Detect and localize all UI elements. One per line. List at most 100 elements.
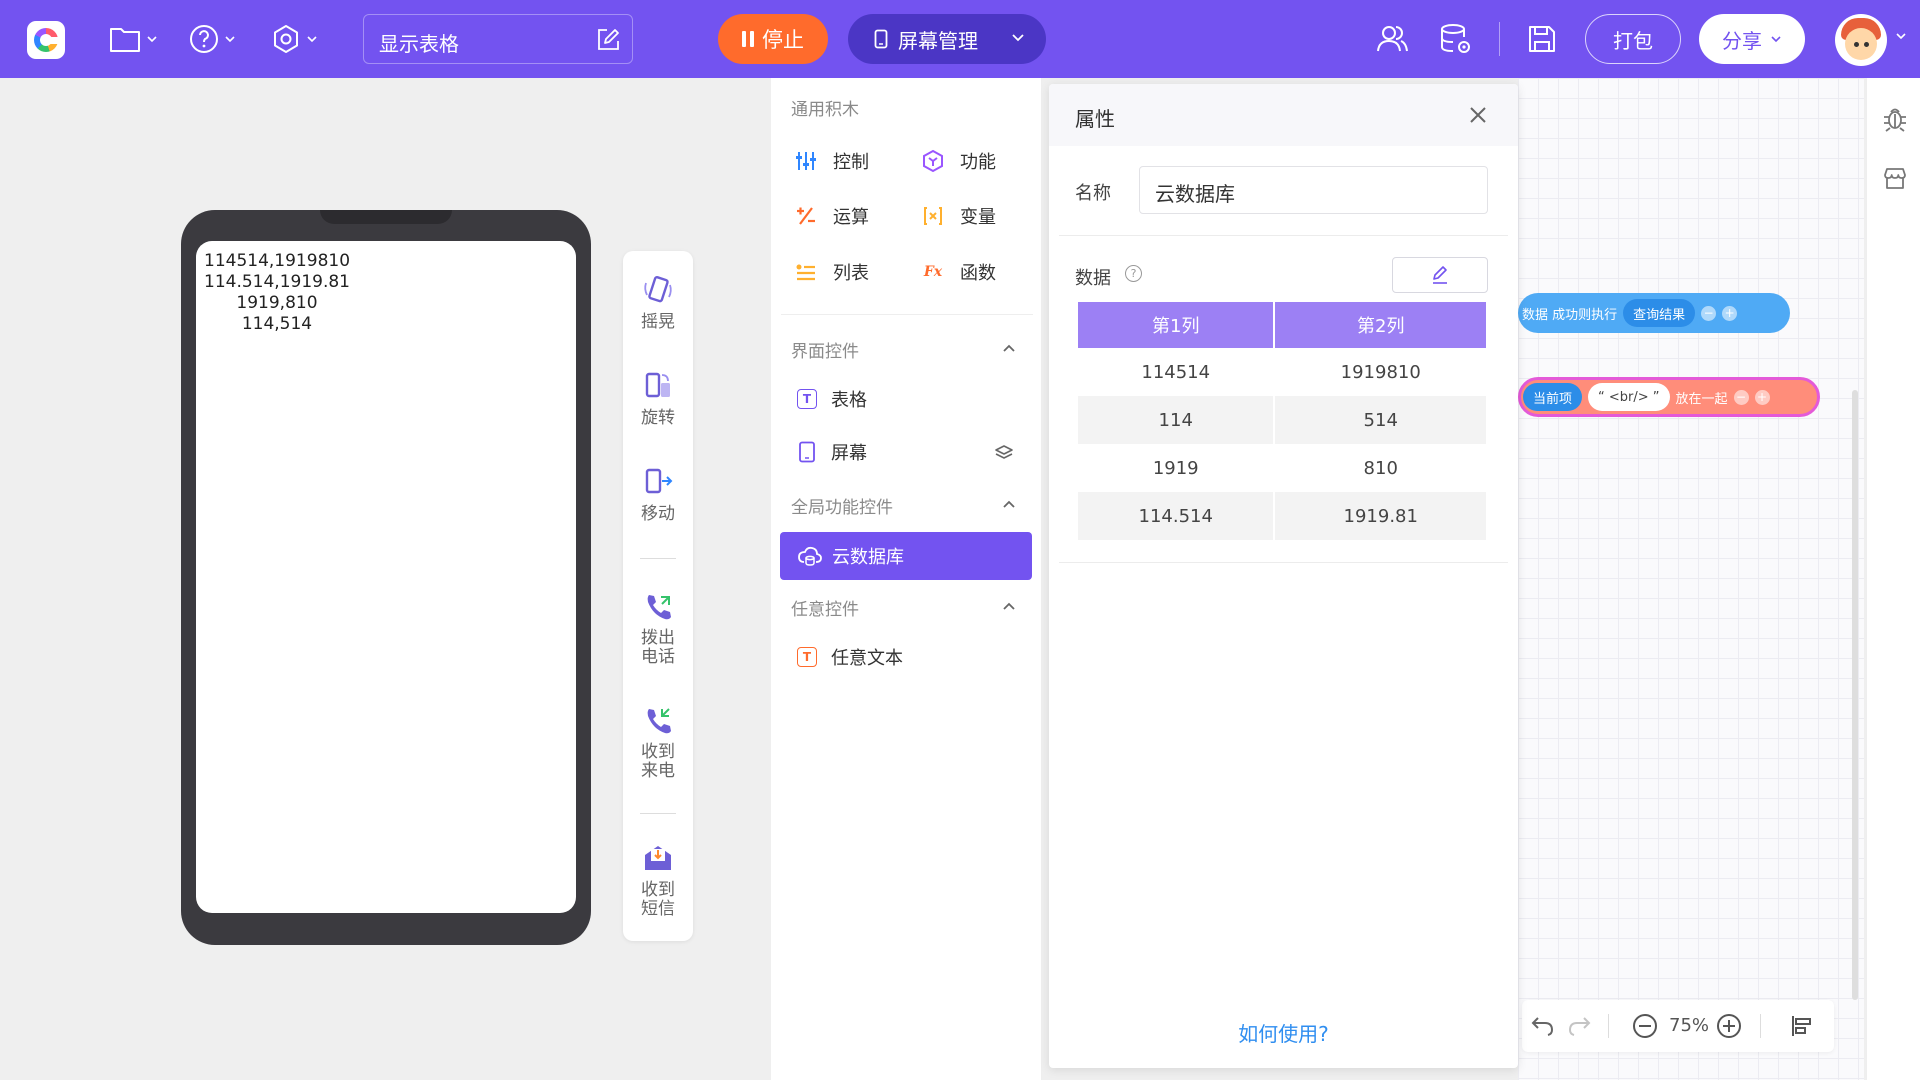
pack-button[interactable]: 打包 [1585, 14, 1681, 64]
incoming-call-icon [647, 708, 671, 734]
name-label: 名称 [1075, 183, 1111, 204]
cloud-db-icon [798, 546, 822, 566]
data-table: 第1列 第2列 114514 1919810 114 514 1919 810 … [1076, 302, 1488, 540]
code-workspace[interactable] [1518, 78, 1864, 1080]
move-button[interactable]: 移动 [623, 465, 693, 524]
incoming-call-button[interactable]: 收到 来电 [623, 703, 693, 781]
block-category-list[interactable]: 列表 [793, 259, 869, 285]
stop-button[interactable]: 停止 [718, 14, 828, 64]
align-icon[interactable] [1790, 1014, 1814, 1038]
code-block-join[interactable]: 当前项 “ <br/> ” 放在一起 − + [1518, 377, 1820, 417]
chevron-down-icon [147, 36, 157, 43]
workspace-scrollbar[interactable] [1852, 390, 1858, 1000]
rotate-icon [645, 372, 670, 398]
chevron-up-icon[interactable] [1001, 342, 1017, 354]
redo-icon[interactable] [1566, 1014, 1592, 1038]
panel-divider [1059, 562, 1508, 563]
table-cell: 114 [1078, 396, 1274, 444]
help-menu-button[interactable] [188, 20, 236, 58]
column-header: 第1列 [1078, 302, 1274, 348]
how-to-use-link[interactable]: 如何使用? [1049, 1018, 1518, 1047]
tool-label: 收到 短信 [641, 880, 675, 919]
screen-text-line: 114,514 [204, 314, 313, 334]
zoom-divider [1760, 1014, 1761, 1038]
phone-screen[interactable]: 114514,1919810 114.514,1919.81 1919,810 … [196, 241, 576, 913]
hexagon-icon [920, 148, 946, 174]
tool-label: 拨出 电话 [641, 628, 675, 667]
table-row: 114 514 [1078, 396, 1486, 444]
section-title-any: 任意控件 [791, 600, 859, 620]
block-category-variable[interactable]: 变量 [920, 203, 996, 229]
share-button[interactable]: 分享 [1699, 14, 1805, 64]
chevron-up-icon[interactable] [1001, 498, 1017, 510]
toolbar-divider [640, 813, 676, 814]
right-side-rail [1866, 78, 1920, 1080]
blocks-panel: 通用积木 控制 功能 运算 变量 列表 Fx 函数 界面控件 T 表格 屏幕 全… [771, 78, 1042, 1080]
plus-icon[interactable]: + [1754, 389, 1770, 405]
block-result-pill[interactable]: 查询结果 [1623, 299, 1696, 327]
sms-button[interactable]: 收到 短信 [623, 841, 693, 919]
table-cell: 810 [1363, 457, 1398, 479]
file-menu-button[interactable] [108, 20, 158, 58]
collaborators-icon[interactable] [1375, 22, 1409, 56]
property-header: 属性 [1049, 84, 1518, 146]
zoom-level: 75% [1669, 1015, 1710, 1036]
component-table[interactable]: T 表格 [797, 386, 867, 412]
pencil-icon [1433, 266, 1447, 284]
chevron-up-icon[interactable] [1001, 600, 1017, 612]
edit-icon[interactable] [595, 27, 621, 57]
top-bar: 显示表格 停止 屏幕管理 打包 分享 [0, 0, 1920, 78]
shake-button[interactable]: 摇晃 [623, 273, 693, 332]
zoom-out-icon[interactable] [1632, 1013, 1658, 1039]
undo-icon[interactable] [1530, 1014, 1556, 1038]
rotate-button[interactable]: 旋转 [623, 369, 693, 428]
data-label: 数据 [1075, 268, 1111, 289]
name-input[interactable]: 云数据库 [1139, 166, 1488, 214]
project-name-input[interactable]: 显示表格 [363, 14, 633, 64]
edit-data-button[interactable] [1392, 257, 1488, 293]
call-out-button[interactable]: 拨出 电话 [623, 589, 693, 667]
table-cell: 114514 [1141, 361, 1211, 383]
close-icon[interactable] [1468, 105, 1488, 125]
panel-divider [1059, 235, 1508, 236]
tool-label: 旋转 [641, 408, 675, 428]
settings-menu-button[interactable] [270, 20, 318, 58]
project-name-text: 显示表格 [379, 32, 459, 56]
block-category-operation[interactable]: 运算 [793, 203, 869, 229]
minus-icon[interactable]: − [1733, 389, 1749, 405]
layers-icon[interactable] [994, 444, 1014, 462]
bug-icon[interactable] [1882, 104, 1908, 132]
database-settings-icon[interactable] [1438, 22, 1472, 56]
phone-simulator: 114514,1919810 114.514,1919.81 1919,810 … [181, 210, 591, 945]
screen-manage-dropdown[interactable]: 屏幕管理 [848, 14, 1046, 64]
component-label: 云数据库 [832, 547, 904, 568]
current-item-pill[interactable]: 当前项 [1523, 383, 1583, 411]
tool-label: 移动 [641, 504, 675, 524]
fx-icon: Fx [923, 264, 943, 280]
move-icon [645, 468, 673, 494]
code-block-query[interactable]: 数据 成功则执行 查询结果 − + [1518, 293, 1790, 333]
block-category-control[interactable]: 控制 [793, 148, 869, 174]
help-icon[interactable]: ? [1125, 265, 1142, 282]
app-logo[interactable] [27, 21, 65, 59]
toolbar-divider [1499, 22, 1500, 56]
user-avatar[interactable] [1835, 14, 1887, 66]
component-any-text[interactable]: T 任意文本 [797, 644, 903, 670]
store-icon[interactable] [1882, 166, 1908, 190]
pause-icon [742, 31, 754, 47]
string-pill[interactable]: “ <br/> ” [1588, 383, 1670, 411]
component-cloud-db[interactable]: 云数据库 [780, 532, 1032, 580]
table-row: 1919 810 [1078, 444, 1486, 492]
zoom-in-icon[interactable] [1716, 1013, 1742, 1039]
chevron-down-icon[interactable] [1895, 32, 1907, 40]
table-row: 114.514 1919.81 [1078, 492, 1486, 540]
zoom-divider [1608, 1014, 1609, 1038]
block-label: 函数 [960, 263, 996, 284]
component-screen[interactable]: 屏幕 [797, 439, 867, 465]
block-category-function[interactable]: 功能 [920, 148, 996, 174]
save-icon[interactable] [1525, 22, 1559, 56]
tool-label: 收到 来电 [641, 742, 675, 781]
minus-icon[interactable]: − [1701, 305, 1717, 321]
block-category-fx[interactable]: Fx 函数 [920, 259, 996, 285]
plus-icon[interactable]: + [1722, 305, 1738, 321]
